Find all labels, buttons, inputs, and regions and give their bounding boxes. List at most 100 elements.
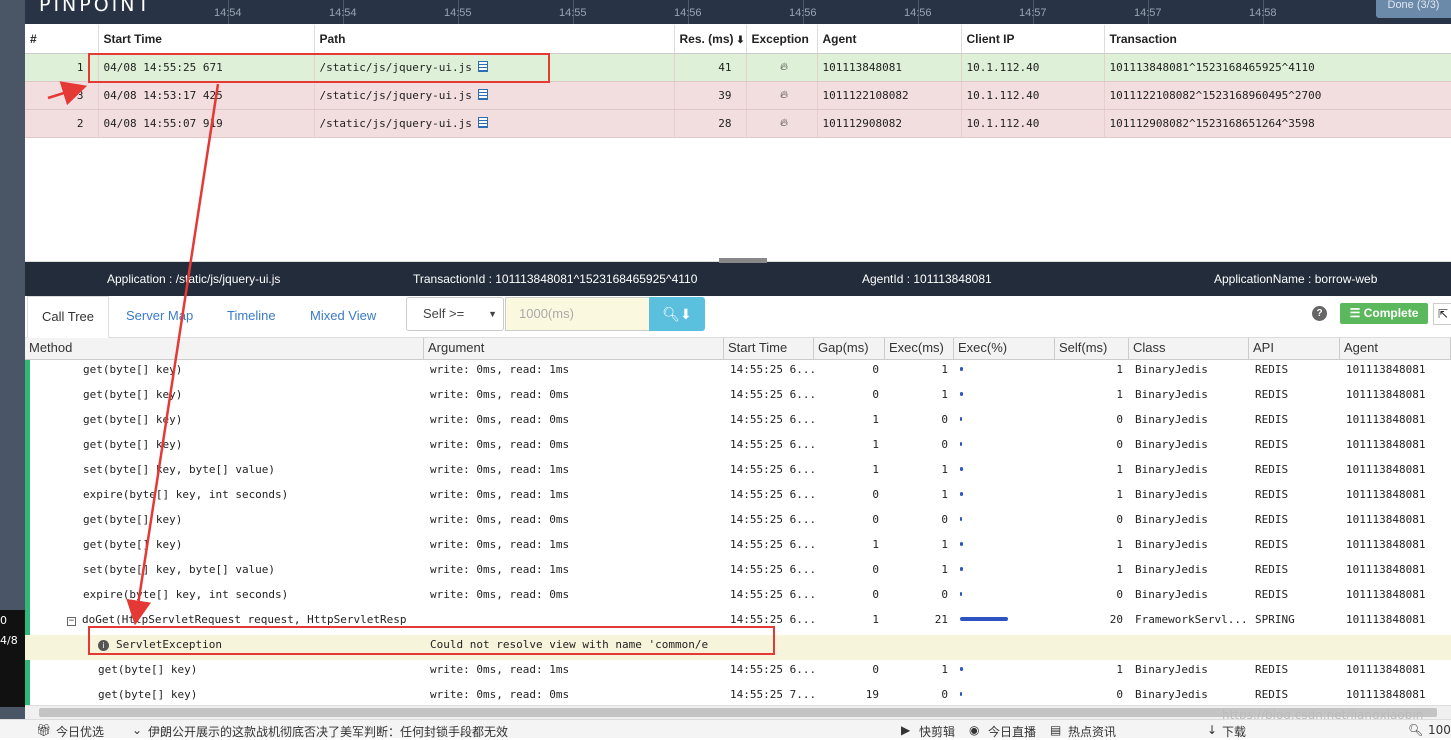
grid-header-api[interactable]: API: [1249, 338, 1340, 360]
grid-header-self-ms[interactable]: Self(ms): [1055, 338, 1129, 360]
cell-gap-text: 1: [872, 538, 879, 551]
grid-header-exec[interactable]: Exec(%): [954, 338, 1055, 360]
cell-method: − doGet(HttpServletRequest request, HttpS…: [25, 610, 424, 635]
grid-header-argument[interactable]: Argument: [424, 338, 724, 360]
cell-exec-text: 1: [941, 563, 948, 576]
cell-agent: 101113848081: [1340, 460, 1451, 485]
taskbar-zoom[interactable]: 100: [1428, 723, 1451, 737]
tx-cell-transaction: 1011122108082^1523168960495^2700: [1104, 81, 1451, 110]
grid-header-method[interactable]: Method: [25, 338, 424, 360]
news-icon: ▤: [1050, 723, 1062, 737]
call-tree-row[interactable]: set(byte[] key, byte[] value) write: 0ms,…: [25, 460, 1451, 485]
call-tree-row[interactable]: get(byte[] key) write: 0ms, read: 0ms 14:5…: [25, 410, 1451, 435]
tab-timeline[interactable]: Timeline: [227, 296, 276, 338]
tx-row[interactable]: 3 04/08 14:53:17 425/static/js/jquery-ui.…: [25, 81, 1451, 110]
call-tree-row[interactable]: get(byte[] key) write: 0ms, read: 0ms 14:5…: [25, 510, 1451, 535]
call-tree-row[interactable]: get(byte[] key) write: 0ms, read: 1ms 14:5…: [25, 660, 1451, 685]
complete-button[interactable]: ☰ Complete: [1340, 303, 1428, 324]
taskbar-news[interactable]: 伊朗公开展示的这款战机彻底否决了美军判断：任何封锁手段都无效: [148, 723, 508, 740]
cell-class: BinaryJedis: [1129, 385, 1249, 410]
taskbar-download[interactable]: 下载: [1222, 723, 1246, 740]
grid-header-exec-ms[interactable]: Exec(ms): [885, 338, 954, 360]
call-tree-row[interactable]: expire(byte[] key, int seconds) write: 0m…: [25, 485, 1451, 510]
cell-agent: 101113848081: [1340, 560, 1451, 585]
cell-api-text: REDIS: [1255, 588, 1289, 601]
cell-api-text: REDIS: [1255, 563, 1289, 576]
grid-header-agent[interactable]: Agent: [1340, 338, 1451, 360]
cell-start-time: 14:55:25 6...: [724, 410, 814, 435]
tx-row[interactable]: 2 04/08 14:55:07 919/static/js/jquery-ui.…: [25, 109, 1451, 138]
grid-header-gap-ms[interactable]: Gap(ms): [814, 338, 885, 360]
cell-exec: 1: [885, 385, 954, 410]
tx-header-client-ip[interactable]: Client IP: [961, 25, 1105, 54]
flame-icon[interactable]: 🔥︎: [780, 60, 788, 73]
call-tree-row[interactable]: get(byte[] key) write: 0ms, read: 1ms 14:5…: [25, 360, 1451, 385]
call-tree-row[interactable]: get(byte[] key) write: 0ms, read: 0ms 14:5…: [25, 685, 1451, 705]
call-tree-row[interactable]: get(byte[] key) write: 0ms, read: 0ms 14:5…: [25, 435, 1451, 460]
timeline-tick-label: 14:57: [1019, 7, 1047, 19]
cell-method-text: get(byte[] key): [83, 513, 183, 526]
tab-server-map[interactable]: Server Map: [126, 296, 193, 338]
tx-header-[interactable]: #: [25, 25, 99, 54]
tab-call-tree[interactable]: Call Tree: [27, 296, 110, 338]
call-tree-row[interactable]: set(byte[] key, byte[] value) write: 0ms,…: [25, 560, 1451, 585]
cell-gap-text: 0: [872, 388, 879, 401]
cell-method-text: get(byte[] key): [98, 663, 198, 676]
tx-header-start-time[interactable]: Start Time: [98, 25, 315, 54]
document-icon[interactable]: [477, 60, 488, 72]
taskbar-hot[interactable]: 热点资讯: [1068, 723, 1116, 740]
cell-self-text: 0: [1116, 513, 1123, 526]
exception-row[interactable]: i ServletException Could not resolve view …: [25, 635, 1451, 660]
tx-header-transaction[interactable]: Transaction: [1104, 25, 1451, 54]
help-icon[interactable]: ?: [1312, 306, 1327, 321]
cell-exec-text: 0: [941, 688, 948, 701]
cell-agent-text: 101113848081: [1346, 363, 1426, 376]
cell-gap: 1: [814, 535, 885, 560]
tx-header-res-ms[interactable]: Res. (ms) ⬇: [674, 25, 747, 54]
document-icon[interactable]: [477, 88, 488, 100]
grid-header-class[interactable]: Class: [1129, 338, 1249, 360]
cell-start-time: 14:55:25 6...: [724, 660, 814, 685]
tab-mixed-view[interactable]: Mixed View: [310, 296, 376, 338]
tx-header-agent[interactable]: Agent: [817, 25, 962, 54]
cell-self: 0: [1055, 410, 1129, 435]
cell-agent: 101113848081: [1340, 485, 1451, 510]
tx-row[interactable]: 1 04/08 14:55:25 671/static/js/jquery-ui.…: [25, 53, 1451, 82]
info-application-name: ApplicationName : borrow-web: [1214, 272, 1378, 286]
cell-api: REDIS: [1249, 660, 1340, 685]
call-tree-row[interactable]: get(byte[] key) write: 0ms, read: 1ms 14:5…: [25, 535, 1451, 560]
cell-start-time: 14:55:25 6...: [724, 560, 814, 585]
cell-self: 0: [1055, 685, 1129, 705]
self-filter-select[interactable]: Self >= ▼: [406, 297, 504, 331]
done-button[interactable]: Done (3/3): [1376, 0, 1451, 18]
flame-icon[interactable]: 🔥︎: [780, 88, 788, 101]
document-icon[interactable]: [477, 116, 488, 128]
cell-api: [1249, 635, 1340, 660]
taskbar-clip[interactable]: 快剪辑: [919, 723, 955, 740]
sort-desc-icon[interactable]: ⬇: [734, 35, 744, 46]
external-link-icon[interactable]: ⇱: [1433, 303, 1451, 325]
search-button[interactable]: 🔍︎⬇: [649, 297, 705, 331]
zoom-icon: 🔍︎: [1408, 723, 1424, 737]
taskbar-today-picks[interactable]: 今日优选: [56, 723, 104, 740]
cell-agent: 101113848081: [1340, 435, 1451, 460]
info-application: Application : /static/js/jquery-ui.js: [107, 272, 281, 286]
flame-icon[interactable]: 🔥︎: [780, 116, 788, 129]
collapse-toggle-icon[interactable]: −: [67, 617, 76, 626]
call-tree-row[interactable]: get(byte[] key) write: 0ms, read: 0ms 14:5…: [25, 385, 1451, 410]
taskbar-live[interactable]: 今日直播: [988, 723, 1036, 740]
tx-header-path[interactable]: Path: [314, 25, 675, 54]
resize-grip[interactable]: [719, 258, 767, 263]
exec-percent-bar: [960, 392, 963, 396]
tx-cell-transaction-text: 101112908082^1523168651264^3598: [1109, 116, 1315, 130]
call-tree-row[interactable]: expire(byte[] key, int seconds) write: 0m…: [25, 585, 1451, 610]
tx-header-exception[interactable]: Exception: [746, 25, 818, 54]
threshold-input[interactable]: 1000(ms): [505, 297, 650, 331]
cell-agent: 101113848081: [1340, 660, 1451, 685]
call-tree-row[interactable]: − doGet(HttpServletRequest request, HttpS…: [25, 610, 1451, 635]
cell-gap-text: 0: [872, 663, 879, 676]
exec-percent-bar: [960, 567, 963, 571]
cell-self: 0: [1055, 435, 1129, 460]
grid-header-start-time[interactable]: Start Time: [724, 338, 814, 360]
timeline-tick-label: 14:56: [789, 7, 817, 19]
